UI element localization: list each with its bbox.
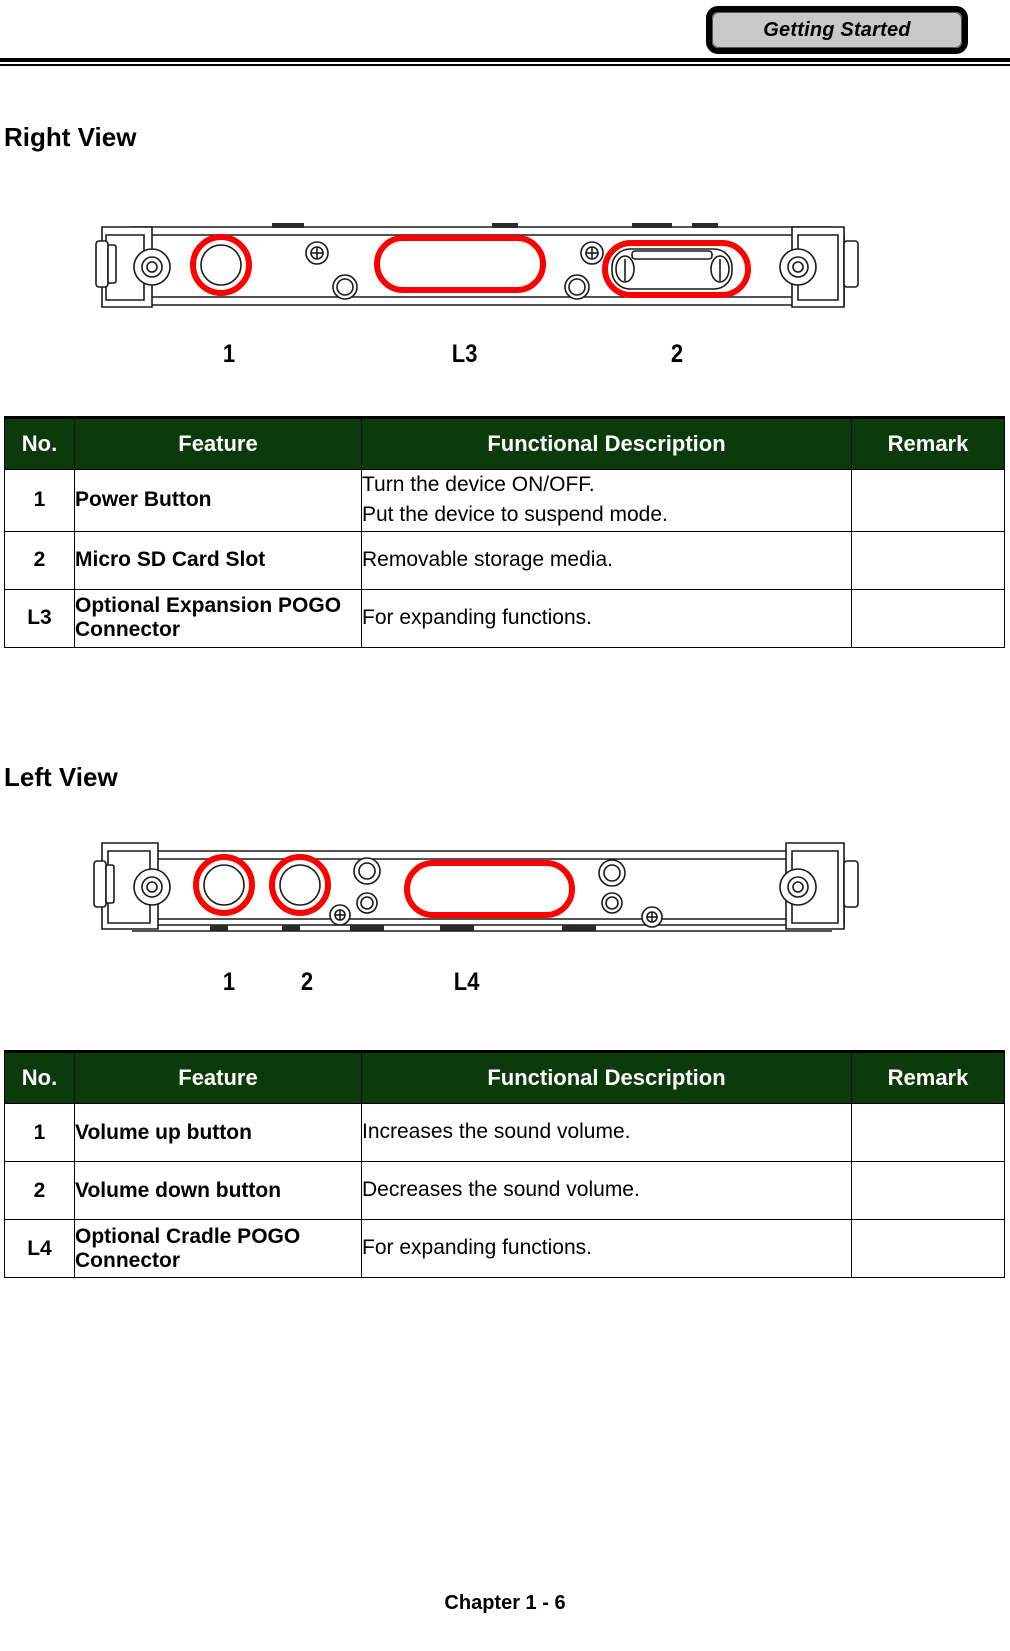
page-header: Getting Started <box>0 0 1010 78</box>
cell-no: 1 <box>4 1103 75 1162</box>
callout-label-right-2: 2 <box>670 340 684 368</box>
cell-no: L4 <box>4 1219 75 1278</box>
description-line: Decreases the sound volume. <box>362 1178 640 1202</box>
cell-description: Increases the sound volume. <box>361 1103 852 1162</box>
table-row: L3 Optional Expansion POGO Connector For… <box>4 588 1005 648</box>
table-row: 2 Micro SD Card Slot Removable storage m… <box>4 530 1005 590</box>
right-view-device-illustration <box>92 205 872 330</box>
callout-label-left-l4: L4 <box>453 968 480 996</box>
column-header-no: No. <box>4 1050 75 1104</box>
cell-feature: Optional Cradle POGO Connector <box>74 1219 362 1278</box>
header-divider-rule-thin <box>0 64 1010 66</box>
cell-remark <box>851 1219 1005 1278</box>
column-header-feature: Feature <box>74 416 362 470</box>
cell-remark <box>851 530 1005 590</box>
page-title-right-view: Right View <box>4 122 137 152</box>
column-header-no: No. <box>4 416 75 470</box>
table-header-row: No. Feature Functional Description Remar… <box>4 416 1005 470</box>
cell-no: 2 <box>4 1161 75 1220</box>
cell-no: L3 <box>4 588 75 648</box>
left-view-device-illustration <box>92 825 872 950</box>
table-header-row: No. Feature Functional Description Remar… <box>4 1050 1005 1104</box>
cell-feature: Volume down button <box>74 1161 362 1220</box>
left-view-spec-table: No. Feature Functional Description Remar… <box>4 1050 1005 1278</box>
column-header-feature: Feature <box>74 1050 362 1104</box>
getting-started-badge: Getting Started <box>706 6 968 54</box>
getting-started-badge-inner: Getting Started <box>712 12 962 48</box>
cell-remark <box>851 1161 1005 1220</box>
cell-remark <box>851 1103 1005 1162</box>
cell-description: Decreases the sound volume. <box>361 1161 852 1220</box>
description-line: Removable storage media. <box>362 548 613 572</box>
cell-no: 1 <box>4 469 75 532</box>
callout-label-left-2: 2 <box>300 968 314 996</box>
cell-description: For expanding functions. <box>361 1219 852 1278</box>
cell-description: For expanding functions. <box>361 588 852 648</box>
left-view-callout-labels: 1 2 L4 <box>0 968 1010 1002</box>
cell-description: Removable storage media. <box>361 530 852 590</box>
cell-feature: Volume up button <box>74 1103 362 1162</box>
page-title-left-view: Left View <box>4 762 118 792</box>
cell-feature: Optional Expansion POGO Connector <box>74 588 362 648</box>
cell-feature: Micro SD Card Slot <box>74 530 362 590</box>
table-row: 1 Power Button Turn the device ON/OFF. P… <box>4 469 1005 532</box>
table-row: L4 Optional Cradle POGO Connector For ex… <box>4 1219 1005 1278</box>
cell-remark <box>851 588 1005 648</box>
callout-label-right-l3: L3 <box>451 340 478 368</box>
cell-no: 2 <box>4 530 75 590</box>
description-line: Increases the sound volume. <box>362 1120 631 1144</box>
cell-feature: Power Button <box>74 469 362 532</box>
header-divider <box>0 58 1010 66</box>
column-header-description: Functional Description <box>361 1050 852 1104</box>
callout-label-left-1: 1 <box>222 968 236 996</box>
callout-label-right-1: 1 <box>222 340 236 368</box>
description-line: For expanding functions. <box>362 606 592 630</box>
description-line: Put the device to suspend mode. <box>362 503 668 527</box>
getting-started-badge-label: Getting Started <box>763 18 911 41</box>
header-divider-rule-thick <box>0 58 1010 62</box>
right-view-callout-labels: 1 L3 2 <box>0 340 1010 374</box>
column-header-remark: Remark <box>851 416 1005 470</box>
table-row: 1 Volume up button Increases the sound v… <box>4 1103 1005 1162</box>
page-footer: Chapter 1 - 6 <box>444 1592 566 1614</box>
description-line: For expanding functions. <box>362 1236 592 1260</box>
right-view-spec-table: No. Feature Functional Description Remar… <box>4 416 1005 648</box>
column-header-description: Functional Description <box>361 416 852 470</box>
description-line: Turn the device ON/OFF. <box>362 473 595 496</box>
table-row: 2 Volume down button Decreases the sound… <box>4 1161 1005 1220</box>
cell-remark <box>851 469 1005 532</box>
column-header-remark: Remark <box>851 1050 1005 1104</box>
cell-description: Turn the device ON/OFF. Put the device t… <box>361 469 852 532</box>
